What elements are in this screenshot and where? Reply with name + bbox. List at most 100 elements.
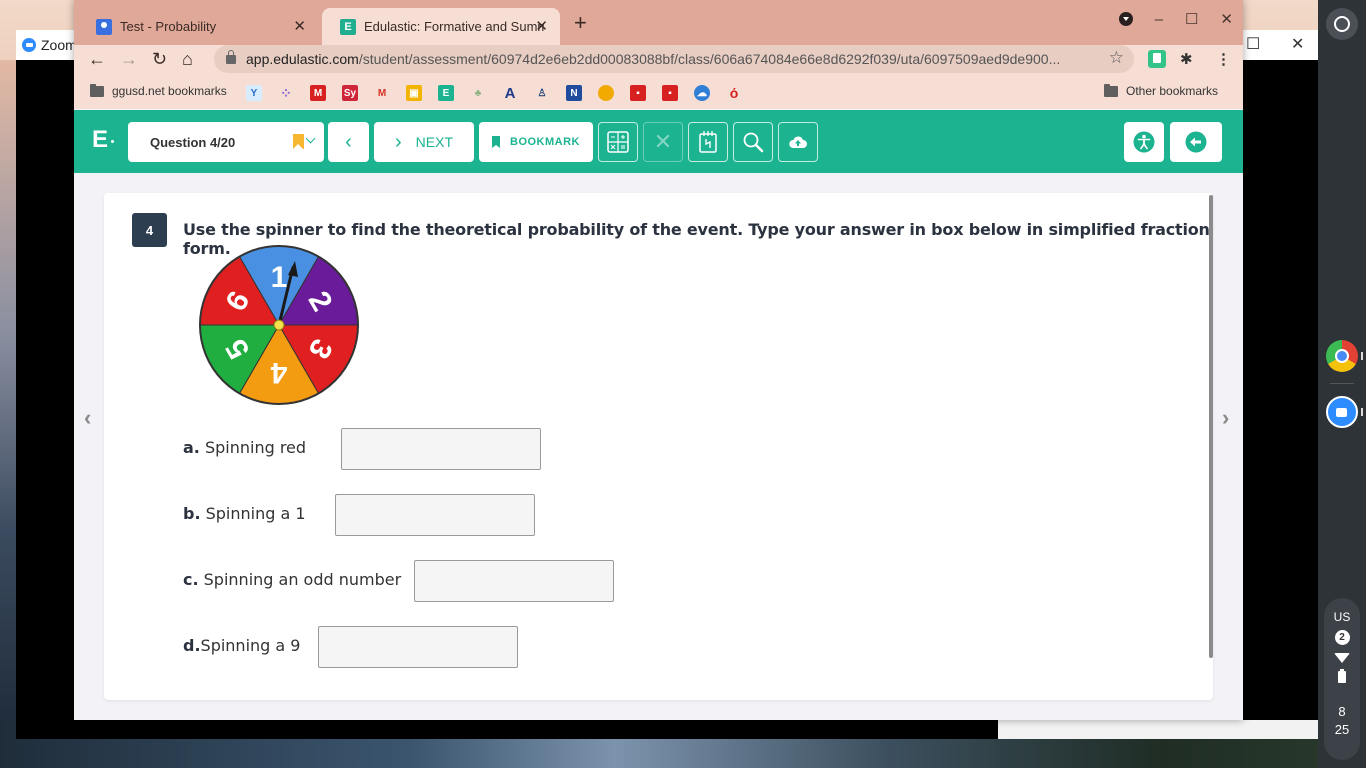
close-tab-icon[interactable]: ✕: [293, 17, 306, 35]
circle-icon[interactable]: [598, 85, 614, 101]
part-c-answer-input[interactable]: [414, 560, 614, 602]
exit-arrow-icon: [1185, 131, 1207, 153]
lock-icon[interactable]: [226, 49, 236, 64]
part-b-answer-input[interactable]: [335, 494, 535, 536]
tab-title: Test - Probability: [120, 19, 217, 34]
bookmark-folder-ggusd[interactable]: ggusd.net bookmarks: [90, 83, 227, 98]
tab-title: Edulastic: Formative and Summ: [364, 19, 544, 34]
tab-search-icon[interactable]: [1118, 12, 1133, 26]
apple-icon[interactable]: ό: [726, 85, 742, 101]
minimize-icon[interactable]: –: [1155, 11, 1163, 28]
window-controls: – ☐ ✕: [1118, 10, 1233, 28]
shelf-divider: [1330, 383, 1354, 384]
tree-icon[interactable]: ♣: [470, 85, 486, 101]
home-icon[interactable]: ⌂: [182, 49, 193, 70]
forward-icon[interactable]: →: [120, 49, 138, 70]
spinner-hub: [273, 319, 285, 331]
clock: 8 25: [1324, 703, 1360, 739]
answer-eliminator-button[interactable]: ✕: [643, 122, 683, 162]
spinner-number-4: 4: [270, 356, 287, 389]
question-card: 4 Use the spinner to find the theoretica…: [104, 193, 1213, 700]
close-tab-icon[interactable]: ✕: [535, 17, 548, 35]
save-button[interactable]: [778, 122, 818, 162]
running-indicator: [1361, 352, 1363, 360]
m-icon[interactable]: M: [310, 85, 326, 101]
red-app-icon[interactable]: ▪: [630, 85, 646, 101]
scrollbar[interactable]: [1209, 195, 1213, 658]
n-icon[interactable]: N: [566, 85, 582, 101]
edulastic-logo: E: [92, 126, 115, 153]
tab-test-probability[interactable]: Test - Probability ✕: [78, 8, 318, 45]
previous-question-arrow[interactable]: ‹: [84, 405, 91, 431]
magnifier-icon: [743, 132, 764, 153]
bookmark-star-icon[interactable]: ☆: [1109, 48, 1124, 68]
exit-button[interactable]: [1170, 122, 1222, 162]
close-icon[interactable]: ✕: [1291, 34, 1304, 54]
yd-icon[interactable]: Y: [246, 85, 262, 101]
maximize-icon[interactable]: ☐: [1185, 10, 1198, 28]
spinner-image: 123456: [199, 245, 359, 405]
address-bar[interactable]: app.edulastic.com/student/assessment/609…: [214, 45, 1134, 73]
spinner-number-1: 1: [271, 261, 288, 294]
url-text[interactable]: app.edulastic.com/student/assessment/609…: [246, 51, 1096, 67]
chevron-right-icon: ›: [394, 130, 402, 153]
red-app-icon-2[interactable]: ▪: [662, 85, 678, 101]
reload-icon[interactable]: ↻: [152, 49, 167, 70]
question-selector[interactable]: Question 4/20: [128, 122, 324, 162]
classroom-icon[interactable]: ▣: [406, 85, 422, 101]
bookmarks-bar: ggusd.net bookmarks Y ⁘ M Sy M ▣ E ♣ A ♙…: [74, 77, 1243, 109]
calculator-button[interactable]: [598, 122, 638, 162]
question-selector-label: Question 4/20: [150, 134, 236, 150]
launcher-icon[interactable]: [1326, 8, 1358, 40]
new-tab-button[interactable]: +: [574, 10, 587, 36]
folder-icon: [90, 83, 104, 97]
scratchpad-icon: [699, 131, 717, 153]
system-shelf: US 2 8 25: [1318, 0, 1366, 768]
extensions-puzzle-icon[interactable]: ✱: [1180, 50, 1193, 68]
clock-hour: 8: [1338, 704, 1346, 719]
close-window-icon[interactable]: ✕: [1220, 10, 1233, 28]
part-c-label: c. Spinning an odd number: [183, 570, 402, 589]
calculator-icon: [607, 131, 629, 153]
gmail-icon[interactable]: M: [374, 85, 390, 101]
bookmark-button[interactable]: BOOKMARK: [479, 122, 593, 162]
other-bookmarks[interactable]: Other bookmarks: [1104, 83, 1218, 98]
next-question-arrow[interactable]: ›: [1222, 405, 1229, 431]
browser-window: Test - Probability ✕ E Edulastic: Format…: [74, 0, 1243, 720]
edulastic-icon: E: [340, 18, 356, 35]
menu-icon[interactable]: ⋮: [1216, 50, 1231, 68]
browser-toolbar: ← → ↻ ⌂ app.edulastic.com/student/assess…: [74, 45, 1243, 77]
input-language: US: [1333, 610, 1351, 624]
dots-icon[interactable]: ⁘: [278, 85, 294, 101]
next-button[interactable]: › NEXT: [374, 122, 474, 162]
previous-button[interactable]: ‹: [328, 122, 369, 162]
part-d-answer-input[interactable]: [318, 626, 518, 668]
part-d-label: d.Spinning a 9: [183, 636, 301, 655]
back-icon[interactable]: ←: [88, 49, 106, 70]
maximize-icon[interactable]: ☐: [1246, 34, 1260, 54]
edulastic-icon[interactable]: E: [438, 85, 454, 101]
part-a-answer-input[interactable]: [341, 428, 541, 470]
tab-edulastic[interactable]: E Edulastic: Formative and Summ ✕: [322, 8, 560, 45]
chevron-down-icon: [305, 133, 316, 144]
extension-icon[interactable]: [1148, 50, 1166, 68]
chrome-app-icon[interactable]: [1326, 340, 1358, 372]
figure-icon[interactable]: ♙: [534, 85, 550, 101]
scratchpad-button[interactable]: [688, 122, 728, 162]
zoom-magnifier-button[interactable]: [733, 122, 773, 162]
sy-icon[interactable]: Sy: [342, 85, 358, 101]
tab-strip: Test - Probability ✕ E Edulastic: Format…: [74, 0, 1243, 45]
cloud-icon[interactable]: ☁: [694, 85, 710, 101]
a-icon[interactable]: A: [502, 85, 518, 102]
question-content-area: ‹ › 4 Use the spinner to find the theore…: [74, 173, 1243, 720]
chevron-left-icon: ‹: [345, 130, 352, 153]
running-indicator: [1361, 408, 1363, 416]
question-number-badge: 4: [132, 213, 167, 247]
accessibility-button[interactable]: [1124, 122, 1164, 162]
bookmark-icon: [492, 136, 500, 148]
zoom-content-area: [998, 720, 1318, 739]
zoom-app-icon[interactable]: [1326, 396, 1358, 428]
status-tray[interactable]: US 2 8 25: [1324, 598, 1360, 760]
zoom-window-title: Zoom: [41, 37, 77, 53]
part-a-label: a. Spinning red: [183, 438, 307, 457]
